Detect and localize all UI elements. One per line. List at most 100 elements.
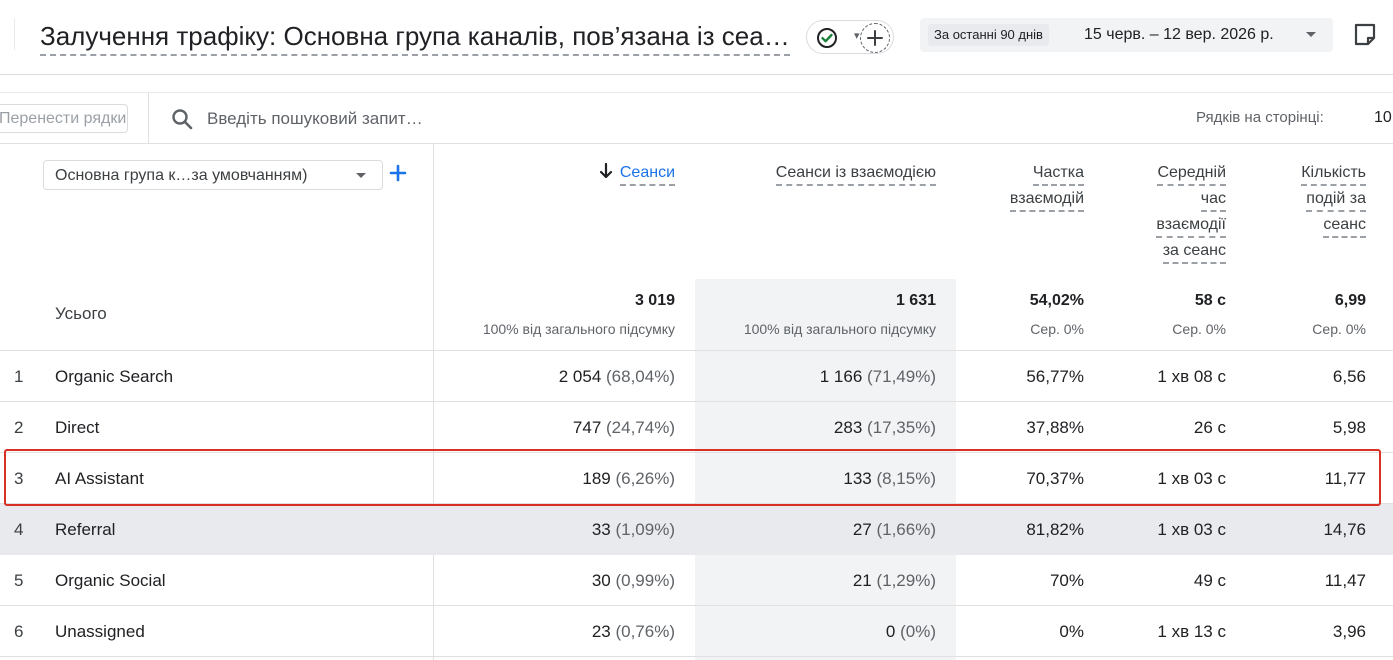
cell-sessions: 33 (1,09%) [450, 520, 675, 540]
note-icon[interactable] [1352, 22, 1378, 48]
cell-time: 1 хв 03 с [1157, 520, 1226, 539]
cell-sessions: 30 (0,99%) [450, 571, 675, 591]
rows-filter-field[interactable]: Перенести рядки [0, 104, 128, 133]
cell-engaged: 0 (0%) [710, 622, 936, 642]
table-row[interactable]: 4 Referral 33 (1,09%) 27 (1,66%) 81,82% … [0, 504, 1393, 555]
cell-value: 2 054 [558, 367, 602, 386]
header-avg-engagement-time[interactable]: Середній час взаємодії за сеанс [1130, 160, 1226, 264]
header-sessions[interactable]: Сеанси [560, 160, 675, 186]
row-number: 1 [14, 367, 24, 386]
header-label-line: взаємодії [1156, 214, 1226, 238]
caret-down-icon [356, 173, 366, 178]
cell-rate: 56,77% [1026, 367, 1084, 386]
add-dimension-plus-icon[interactable] [388, 163, 408, 183]
chevron-down-icon[interactable]: ▾ [854, 29, 860, 42]
cell-events: 6,56 [1332, 367, 1366, 386]
add-comparison-button[interactable] [860, 23, 890, 53]
total-sessions: 3 019 [634, 292, 675, 309]
cell-sessions: 747 (24,74%) [450, 418, 675, 438]
cell-percent: (0,99%) [615, 571, 675, 590]
channel-name[interactable]: Organic Social [55, 571, 166, 591]
comparison-control[interactable]: ▾ [806, 20, 894, 54]
cell-rate: 0% [1059, 622, 1084, 641]
caret-down-icon[interactable] [1306, 32, 1316, 37]
cell-percent: (6,26%) [615, 469, 675, 488]
cell-sessions: 23 (0,76%) [450, 622, 675, 642]
channel-name[interactable]: Direct [55, 418, 99, 438]
check-circle-icon [817, 28, 837, 48]
cell-events: 11,47 [1324, 571, 1366, 590]
cell-value: 27 [852, 520, 872, 539]
cell-time: 1 хв 03 с [1157, 469, 1226, 488]
cell-value: 30 [591, 571, 611, 590]
cell-percent: (0,76%) [615, 622, 675, 641]
total-sessions-sub: 100% від загального підсумку [482, 321, 675, 337]
cell-rate: 37,88% [1026, 418, 1084, 437]
total-time-sub: Сер. 0% [1172, 321, 1226, 337]
header-label-line: сеанс [1323, 214, 1366, 238]
report-table: Основна група к…за умовчанням) Сеанси Се… [0, 144, 1393, 660]
cell-percent: (68,04%) [606, 367, 675, 386]
plus-icon [867, 30, 883, 46]
channel-name[interactable]: Unassigned [55, 622, 145, 642]
cell-percent: (17,35%) [867, 418, 936, 437]
table-row[interactable]: 1 Organic Search 2 054 (68,04%) 1 166 (7… [0, 351, 1393, 402]
search-input[interactable] [207, 107, 707, 131]
cell-engaged: 21 (1,29%) [710, 571, 936, 591]
header-engaged-sessions-label: Сеанси із взаємодією [775, 162, 936, 186]
rows-per-page-label: Рядків на сторінці: [1196, 109, 1324, 126]
cell-sessions: 2 054 (68,04%) [450, 367, 675, 387]
row-number: 4 [14, 520, 24, 539]
cell-value: 1 166 [819, 367, 863, 386]
channel-name[interactable]: Organic Search [55, 367, 173, 387]
row-number: 2 [14, 418, 24, 437]
table-row[interactable]: 2 Direct 747 (24,74%) 283 (17,35%) 37,88… [0, 402, 1393, 453]
cell-percent: (1,66%) [876, 520, 936, 539]
cell-engaged: 283 (17,35%) [710, 418, 936, 438]
header-engaged-sessions[interactable]: Сеанси із взаємодією [730, 160, 936, 186]
report-title[interactable]: Залучення трафіку: Основна група каналів… [40, 20, 790, 56]
cell-rate: 70% [1049, 571, 1084, 590]
row-number: 5 [14, 571, 24, 590]
header-events-per-session[interactable]: Кількість подій за сеанс [1275, 160, 1366, 238]
totals-label: Усього [55, 304, 107, 323]
cell-engaged: 27 (1,66%) [710, 520, 936, 540]
cell-rate: 70,37% [1026, 469, 1084, 488]
date-preset-chip: За останні 90 днів [928, 24, 1049, 46]
channel-name[interactable]: AI Assistant [55, 469, 144, 489]
header-engagement-rate[interactable]: Частка взаємодій [990, 160, 1084, 212]
toolbar-divider [148, 93, 149, 144]
cell-percent: (8,15%) [876, 469, 936, 488]
header-label-line: Середній [1157, 162, 1226, 186]
date-range-picker[interactable]: За останні 90 днів 15 черв. – 12 вер. 20… [920, 18, 1333, 52]
rows-per-page-select[interactable]: 10 [1374, 109, 1392, 127]
cell-time: 26 с [1193, 418, 1226, 437]
table-row[interactable]: 3 AI Assistant 189 (6,26%) 133 (8,15%) 7… [0, 453, 1393, 504]
cell-time: 1 хв 13 с [1157, 622, 1226, 641]
cell-engaged: 1 166 (71,49%) [710, 367, 936, 387]
cell-events: 11,77 [1324, 469, 1366, 488]
cell-percent: (1,29%) [876, 571, 936, 590]
cell-value: 747 [572, 418, 602, 437]
search-icon [172, 109, 193, 130]
cell-value: 133 [843, 469, 872, 488]
table-row[interactable]: 6 Unassigned 23 (0,76%) 0 (0%) 0% 1 хв 1… [0, 606, 1393, 657]
table-row[interactable]: 5 Organic Social 30 (0,99%) 21 (1,29%) 7… [0, 555, 1393, 606]
cell-rate: 81,82% [1026, 520, 1084, 539]
header-label-line: час [1200, 188, 1226, 212]
cell-time: 1 хв 08 с [1157, 367, 1226, 386]
total-time: 58 с [1194, 292, 1226, 309]
dimension-select-label: Основна група к…за умовчанням) [55, 167, 308, 184]
cell-value: 33 [591, 520, 611, 539]
channel-name[interactable]: Referral [55, 520, 115, 540]
cell-value: 189 [582, 469, 611, 488]
total-engaged: 1 631 [895, 292, 936, 309]
header-sessions-label: Сеанси [619, 162, 675, 186]
cell-events: 5,98 [1332, 418, 1366, 437]
header-label-line: за сеанс [1162, 240, 1226, 264]
cell-value: 0 [885, 622, 896, 641]
dimension-select[interactable]: Основна група к…за умовчанням) [43, 160, 383, 190]
cell-percent: (71,49%) [867, 367, 936, 386]
header-label-line: взаємодій [1009, 188, 1084, 212]
total-events: 6,99 [1334, 292, 1366, 309]
